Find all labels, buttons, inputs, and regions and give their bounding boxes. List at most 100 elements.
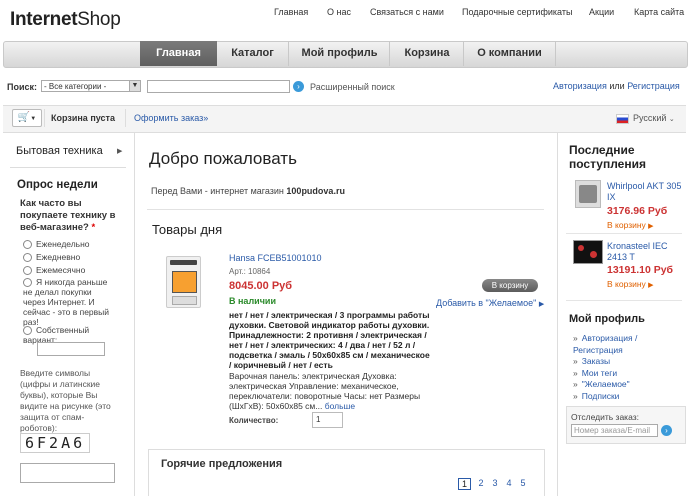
quantity-label: Количество: xyxy=(229,416,279,425)
profile-link-subscriptions[interactable]: Подписки xyxy=(573,391,673,403)
category-home-appliances[interactable]: Бытовая техника xyxy=(16,145,103,157)
option-label: Ежедневно xyxy=(36,252,81,262)
chevron-down-icon: ⌄ xyxy=(668,116,675,123)
toplink-about[interactable]: О нас xyxy=(327,7,351,17)
arrow-right-icon: ▶ xyxy=(538,301,545,308)
product-thumbnail[interactable] xyxy=(573,240,603,264)
track-order-input[interactable]: Номер заказа/E-mail xyxy=(571,424,658,437)
nav-profile[interactable]: Мой профиль xyxy=(288,41,390,66)
track-order-label: Отследить заказ: xyxy=(571,412,639,422)
captcha-image: 6F2A6 xyxy=(20,433,91,453)
wishlist-label: Добавить в "Желаемое" xyxy=(436,298,537,308)
cart-link-label: В корзину xyxy=(607,279,646,289)
product-article: Арт.: 10864 xyxy=(229,267,271,276)
radio-icon[interactable] xyxy=(23,266,32,276)
intro-site: 100pudova.ru xyxy=(286,186,345,196)
radio-icon[interactable] xyxy=(23,278,32,288)
profile-link-auth[interactable]: Авторизация / Регистрация xyxy=(573,333,668,356)
poll-option-monthly[interactable]: Ежемесячно xyxy=(23,265,123,276)
deals-title: Товары дня xyxy=(152,222,223,237)
required-marker: * xyxy=(91,222,96,233)
captcha-input[interactable] xyxy=(20,463,115,483)
product-description: Варочная панель: электрическая Духовка: … xyxy=(229,371,434,411)
radio-icon[interactable] xyxy=(23,240,32,250)
nav-home[interactable]: Главная xyxy=(140,41,217,66)
nav-catalog[interactable]: Каталог xyxy=(217,41,288,66)
new-item-price: 13191.10 Руб xyxy=(607,264,674,276)
page-4[interactable]: 4 xyxy=(502,478,516,490)
toplink-promotions[interactable]: Акции xyxy=(589,7,614,17)
russian-flag-icon xyxy=(616,113,629,124)
option-label: Еженедельно xyxy=(36,239,90,249)
arrow-right-icon: ▶ xyxy=(648,282,654,289)
product-specs: нет / нет / электрическая / 3 программы … xyxy=(229,310,430,370)
poll-question-text: Как часто вы покупаете технику в веб-маг… xyxy=(20,198,116,233)
search-input[interactable] xyxy=(147,80,290,93)
my-profile-title: Мой профиль xyxy=(569,313,645,325)
chevron-right-icon: ▶ xyxy=(117,148,123,155)
cart-link-label: В корзину xyxy=(607,220,646,230)
top-links: Главная О нас Связаться с нами Подарочны… xyxy=(262,7,686,19)
track-go-icon[interactable]: › xyxy=(661,425,672,436)
register-link[interactable]: Регистрация xyxy=(627,81,680,91)
add-to-cart-button[interactable]: В корзину xyxy=(482,279,538,292)
new-arrivals-title: Последние поступления xyxy=(569,143,646,171)
add-to-wishlist-link[interactable]: Добавить в "Желаемое" ▶ xyxy=(436,298,544,308)
page-2[interactable]: 2 xyxy=(474,478,488,490)
product-price: 8045.00 Руб xyxy=(229,280,293,292)
cart-icon: 🛒 xyxy=(17,112,31,123)
new-item-name[interactable]: Kronasteel IEC 2413 T xyxy=(607,241,682,263)
toplink-gift-certificates[interactable]: Подарочные сертификаты xyxy=(462,7,572,17)
new-item-name[interactable]: Whirlpool AKT 305 IX xyxy=(607,181,682,203)
language-label: Русский xyxy=(633,113,667,123)
poll-option-first-time[interactable]: Я никогда раньше не делал покупки через … xyxy=(23,277,115,327)
pagination: 1 2 3 4 5 xyxy=(458,478,530,490)
option-label: Я никогда раньше не делал покупки через … xyxy=(23,277,110,328)
language-selector[interactable]: Русский ⌄ xyxy=(616,113,675,124)
intro-text: Перед Вами - интернет магазин 100pudova.… xyxy=(151,186,345,196)
hot-offers-title: Горячие предложения xyxy=(161,458,283,470)
poll-title: Опрос недели xyxy=(17,179,98,191)
page-title: Добро пожаловать xyxy=(149,149,297,168)
search-go-icon[interactable]: › xyxy=(293,81,304,92)
radio-icon[interactable] xyxy=(23,253,32,263)
search-label: Поиск: xyxy=(7,82,38,92)
new-item-cart-link[interactable]: В корзину ▶ xyxy=(607,220,654,230)
toplink-home[interactable]: Главная xyxy=(274,7,308,17)
new-item-cart-link[interactable]: В корзину ▶ xyxy=(607,279,654,289)
quantity-input[interactable]: 1 xyxy=(312,412,343,428)
profile-links: Авторизация / Регистрация Заказы Мои тег… xyxy=(573,333,673,402)
checkout-link[interactable]: Оформить заказ» xyxy=(134,113,208,123)
chevron-down-icon: ▼ xyxy=(30,116,37,122)
more-link[interactable]: больше xyxy=(325,401,355,411)
logo-bold: Internet xyxy=(10,9,78,30)
cart-dropdown-button[interactable]: 🛒▼ xyxy=(12,109,42,127)
product-thumbnail[interactable] xyxy=(575,180,601,208)
product-name-link[interactable]: Hansa FCEB51001010 xyxy=(229,253,322,263)
poll-option-daily[interactable]: Ежедневно xyxy=(23,252,123,263)
poll-question: Как часто вы покупаете технику в веб-маг… xyxy=(20,198,120,234)
profile-link-tags[interactable]: Мои теги xyxy=(573,368,673,380)
cart-status: Корзина пуста xyxy=(51,113,115,123)
poll-custom-input[interactable] xyxy=(37,342,105,356)
arrow-right-icon: ▶ xyxy=(648,223,654,230)
option-label: Ежемесячно xyxy=(36,265,86,275)
advanced-search-link[interactable]: Расширенный поиск xyxy=(310,82,395,92)
category-select-value: - Все категории - xyxy=(44,82,107,91)
page-5[interactable]: 5 xyxy=(516,478,530,490)
captcha-info: Введите символы (цифры и латинские буквы… xyxy=(20,368,111,433)
toplink-contact[interactable]: Связаться с нами xyxy=(370,7,444,17)
toplink-sitemap[interactable]: Карта сайта xyxy=(634,7,684,17)
page-3[interactable]: 3 xyxy=(488,478,502,490)
nav-cart[interactable]: Корзина xyxy=(389,41,464,66)
nav-about-company[interactable]: О компании xyxy=(463,41,556,66)
page-1[interactable]: 1 xyxy=(458,478,471,490)
profile-link-orders[interactable]: Заказы xyxy=(573,356,673,368)
login-link[interactable]: Авторизация xyxy=(553,81,607,91)
site-logo[interactable]: InternetShop xyxy=(10,9,121,31)
profile-link-wishlist[interactable]: "Желаемое" xyxy=(573,379,673,391)
radio-icon[interactable] xyxy=(23,326,32,336)
poll-option-weekly[interactable]: Еженедельно xyxy=(23,239,123,250)
product-image[interactable] xyxy=(166,256,201,308)
category-select[interactable]: - Все категории - ▼ xyxy=(41,80,141,92)
